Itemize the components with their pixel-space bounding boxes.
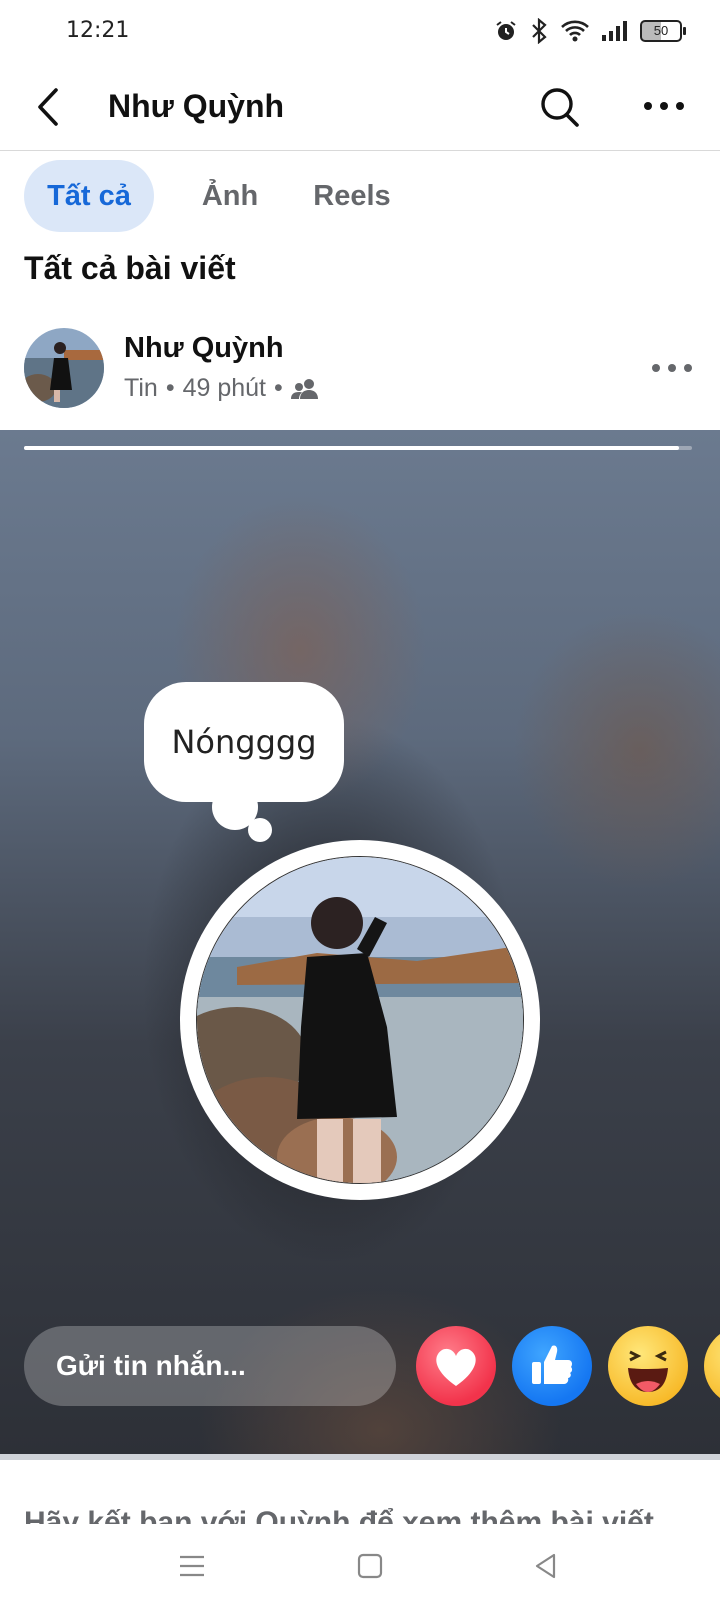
haha-icon bbox=[628, 1350, 668, 1392]
story-card[interactable]: Nóngggg Gửi tin nhắn... bbox=[0, 430, 720, 1454]
thought-bubble: Nóngggg bbox=[144, 682, 344, 802]
meta-separator: • bbox=[274, 374, 283, 402]
tab-reels[interactable]: Reels bbox=[296, 160, 408, 232]
signal-icon bbox=[602, 21, 627, 41]
recent-apps-icon[interactable] bbox=[178, 1552, 206, 1580]
story-progress-bar bbox=[24, 446, 692, 450]
bluetooth-icon bbox=[532, 18, 547, 44]
home-icon[interactable] bbox=[356, 1552, 384, 1580]
meta-separator: • bbox=[165, 374, 175, 402]
friends-icon bbox=[290, 378, 318, 399]
tab-all[interactable]: Tất cả bbox=[24, 160, 154, 232]
tab-photos[interactable]: Ảnh bbox=[172, 160, 288, 232]
avatar[interactable] bbox=[24, 328, 104, 408]
post-author[interactable]: Như Quỳnh bbox=[124, 332, 284, 365]
story-profile-photo bbox=[180, 840, 540, 1200]
search-icon[interactable] bbox=[538, 84, 582, 130]
heart-reaction-button[interactable] bbox=[416, 1326, 496, 1406]
wow-icon bbox=[704, 1326, 720, 1406]
haha-reaction-button[interactable] bbox=[608, 1326, 688, 1406]
status-bar: 12:21 50 bbox=[0, 0, 720, 64]
alarm-icon bbox=[496, 21, 516, 40]
status-icons: 50 bbox=[494, 16, 686, 46]
like-reaction-button[interactable] bbox=[512, 1326, 592, 1406]
top-app-bar: Như Quỳnh bbox=[0, 64, 720, 151]
battery-icon: 50 bbox=[640, 20, 686, 42]
story-reply-input[interactable]: Gửi tin nhắn... bbox=[24, 1326, 396, 1406]
post-type: Tin bbox=[124, 374, 158, 402]
wifi-icon bbox=[561, 20, 589, 42]
thought-bubble-dot bbox=[248, 818, 272, 842]
page-title: Như Quỳnh bbox=[108, 88, 285, 124]
system-nav-bar bbox=[0, 1524, 720, 1612]
post-more-options-icon[interactable] bbox=[650, 358, 694, 378]
back-arrow-icon[interactable] bbox=[30, 84, 70, 130]
back-nav-icon[interactable] bbox=[532, 1552, 560, 1580]
post-meta: Tin • 49 phút • bbox=[124, 374, 319, 403]
status-time: 12:21 bbox=[66, 18, 130, 43]
divider bbox=[0, 1454, 720, 1460]
wow-reaction-button[interactable] bbox=[704, 1326, 720, 1406]
story-progress-fill bbox=[24, 446, 679, 450]
section-title: Tất cả bài viết bbox=[24, 250, 236, 286]
heart-icon bbox=[436, 1348, 476, 1386]
like-icon bbox=[532, 1345, 573, 1384]
more-options-icon[interactable] bbox=[642, 86, 686, 126]
post-time: 49 phút bbox=[182, 374, 266, 402]
